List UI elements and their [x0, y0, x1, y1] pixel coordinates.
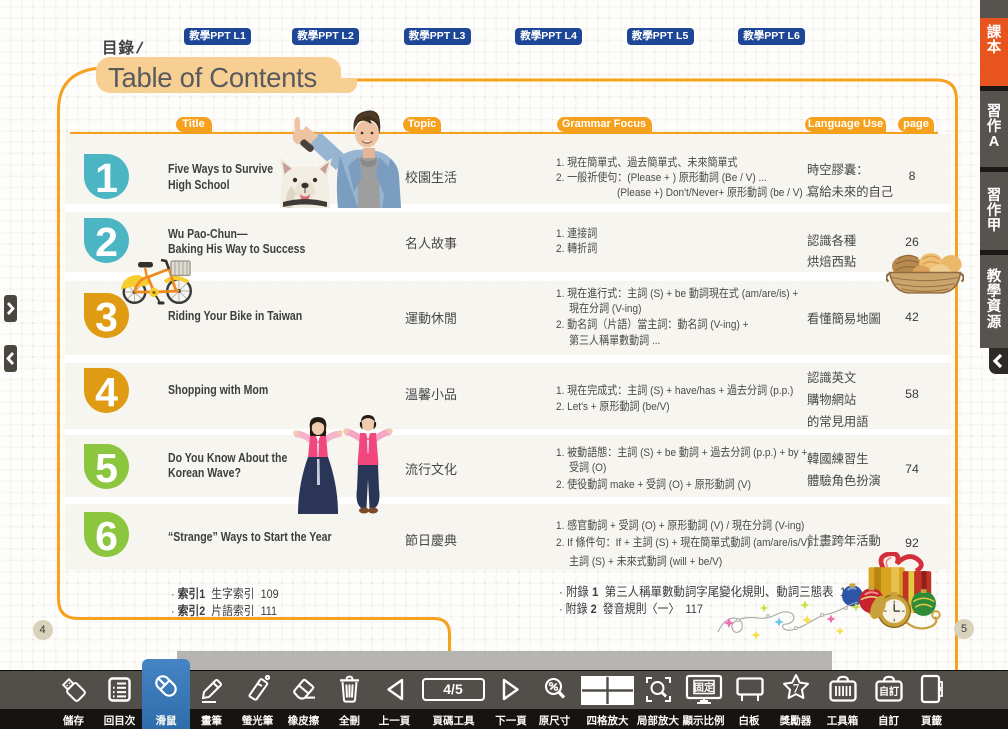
- svg-text:7: 7: [793, 681, 800, 696]
- svg-text:自訂: 自訂: [879, 685, 899, 698]
- svg-text:固定: 固定: [694, 681, 714, 694]
